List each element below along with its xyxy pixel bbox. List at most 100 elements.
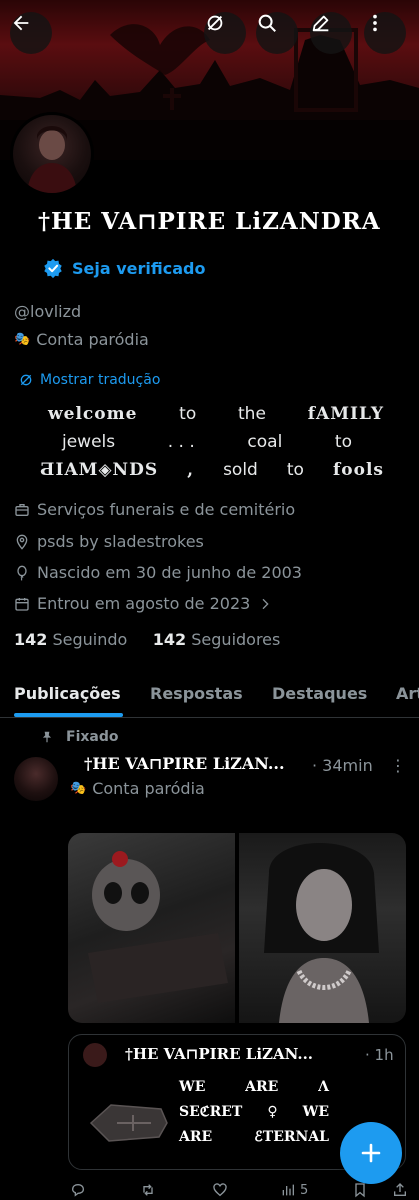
share-icon — [394, 1183, 406, 1196]
plus-icon — [361, 1143, 381, 1163]
search-icon — [258, 14, 276, 32]
quote-author-name: †HE VA⊓PIRE LiZAN... — [125, 1045, 314, 1063]
views-count: 5 — [300, 1182, 309, 1198]
quote-word: SEℭRET — [179, 1104, 243, 1120]
post-author-avatar[interactable] — [14, 757, 58, 801]
post-image-portrait[interactable] — [239, 833, 406, 1023]
pinned-text: Fixado — [66, 729, 119, 745]
bio-word: to — [334, 432, 352, 452]
bio-word: coal — [247, 432, 283, 452]
followers-label: Seguidores — [191, 630, 281, 649]
bookmark-button[interactable] — [352, 1182, 368, 1198]
joined-text: Entrou em agosto de 2023 — [37, 594, 251, 613]
bio-word: sold — [223, 460, 258, 480]
following-label: Seguindo — [52, 630, 128, 649]
search-button[interactable] — [256, 12, 298, 54]
tab-respostas[interactable]: Respostas — [150, 684, 243, 703]
followers-link[interactable]: 142 Seguidores — [153, 630, 281, 649]
quote-author-avatar — [83, 1043, 107, 1067]
quote-word: Λ — [318, 1079, 329, 1095]
edit-button[interactable] — [310, 12, 352, 54]
compose-button[interactable] — [340, 1122, 402, 1184]
like-icon — [213, 1183, 227, 1197]
post-image-skull[interactable] — [68, 833, 235, 1023]
verified-badge-icon — [44, 258, 62, 279]
reply-icon — [71, 1183, 85, 1197]
views-icon — [282, 1184, 294, 1196]
post-time: · 34min — [312, 756, 373, 775]
avatar-portrait — [27, 126, 77, 193]
parody-mask-icon: 🎭 — [70, 781, 87, 796]
bookmark-icon — [355, 1183, 365, 1198]
profile-location: psds by sladestrokes — [14, 532, 204, 551]
location-pin-icon — [16, 534, 28, 550]
bio-word: to — [179, 404, 197, 424]
quote-word: ♀ — [267, 1104, 278, 1120]
followers-count: 142 — [152, 630, 187, 649]
post-actions: 5 — [0, 1180, 419, 1200]
bio-line-1: welcome to the fAMILY — [48, 404, 384, 424]
translate-icon — [207, 15, 223, 31]
active-tab-indicator — [14, 713, 123, 717]
profile-avatar[interactable] — [10, 112, 94, 196]
post-media[interactable] — [68, 833, 406, 1023]
bio-word: fools — [332, 460, 384, 480]
quote-word: ARE — [179, 1129, 213, 1145]
tab-art[interactable]: Art — [396, 684, 419, 703]
following-count: 142 — [14, 630, 48, 649]
tab-publicacoes[interactable]: Publicações — [14, 684, 121, 703]
quote-line-1: WE ARE Λ — [179, 1079, 329, 1095]
profile-joined[interactable]: Entrou em agosto de 2023 — [14, 594, 273, 613]
parody-mask-icon: 🎭 — [14, 332, 31, 347]
skull-artwork — [88, 851, 228, 1003]
following-link[interactable]: 142 Seguindo — [14, 630, 127, 649]
pin-icon — [42, 731, 52, 743]
location-text: psds by sladestrokes — [37, 532, 204, 551]
quote-time: · 1h — [365, 1046, 394, 1064]
chevron-right-icon — [262, 598, 269, 609]
bio-word: the — [238, 404, 266, 424]
bio-line-3: ƋIAM◈NDS , sold to fools — [40, 460, 384, 480]
profile-birthday: Nascido em 30 de junho de 2003 — [14, 563, 302, 582]
profile-tabs: Publicações Respostas Destaques Art — [0, 670, 419, 718]
tab-destaques[interactable]: Destaques — [272, 684, 367, 703]
profile-handle: @lovlizd — [14, 302, 82, 321]
quote-word: WE — [179, 1079, 206, 1095]
briefcase-icon — [15, 503, 29, 516]
share-button[interactable] — [392, 1182, 408, 1198]
post-author-name[interactable]: †HE VA⊓PIRE LiZAN... — [84, 754, 285, 773]
views-button[interactable]: 5 — [280, 1182, 308, 1198]
quote-word: ℰTERNAL — [254, 1129, 329, 1145]
quote-word: WE — [302, 1104, 329, 1120]
bio-word: . . . — [167, 432, 195, 452]
repost-button[interactable] — [140, 1182, 156, 1198]
back-button[interactable] — [10, 12, 52, 54]
follow-stats: 142 Seguindo 142 Seguidores — [14, 630, 280, 649]
bio-line-2: jewels . . . coal to — [62, 432, 352, 452]
quote-line-2: SEℭRET ♀ WE — [179, 1104, 329, 1120]
parody-text: Conta paródia — [36, 330, 149, 349]
post-more-icon[interactable]: ⋮ — [390, 756, 406, 775]
more-icon — [373, 14, 377, 32]
get-verified-link[interactable]: Seja verificado — [42, 257, 205, 279]
reply-button[interactable] — [70, 1182, 86, 1198]
portrait-artwork — [264, 843, 379, 1023]
bio-word: welcome — [48, 404, 138, 424]
verify-label: Seja verificado — [72, 258, 206, 278]
back-arrow-icon — [13, 15, 29, 31]
more-button[interactable] — [364, 12, 406, 54]
calendar-icon — [15, 597, 29, 611]
show-translation-link[interactable]: Mostrar tradução — [18, 372, 160, 388]
bio-word: fAMILY — [307, 404, 384, 424]
coffin-image — [89, 1104, 168, 1142]
balloon-icon — [17, 565, 27, 581]
parody-label: 🎭 Conta paródia — [14, 330, 149, 349]
repost-icon — [143, 1184, 153, 1196]
bio-word: , — [187, 460, 195, 480]
bio-word: to — [286, 460, 304, 480]
bio-word: ƋIAM◈NDS — [40, 460, 159, 480]
translate-button[interactable] — [204, 12, 246, 54]
like-button[interactable] — [212, 1182, 228, 1198]
bio-word: jewels — [62, 432, 116, 452]
profile-category: Serviços funerais e de cemitério — [14, 500, 295, 519]
